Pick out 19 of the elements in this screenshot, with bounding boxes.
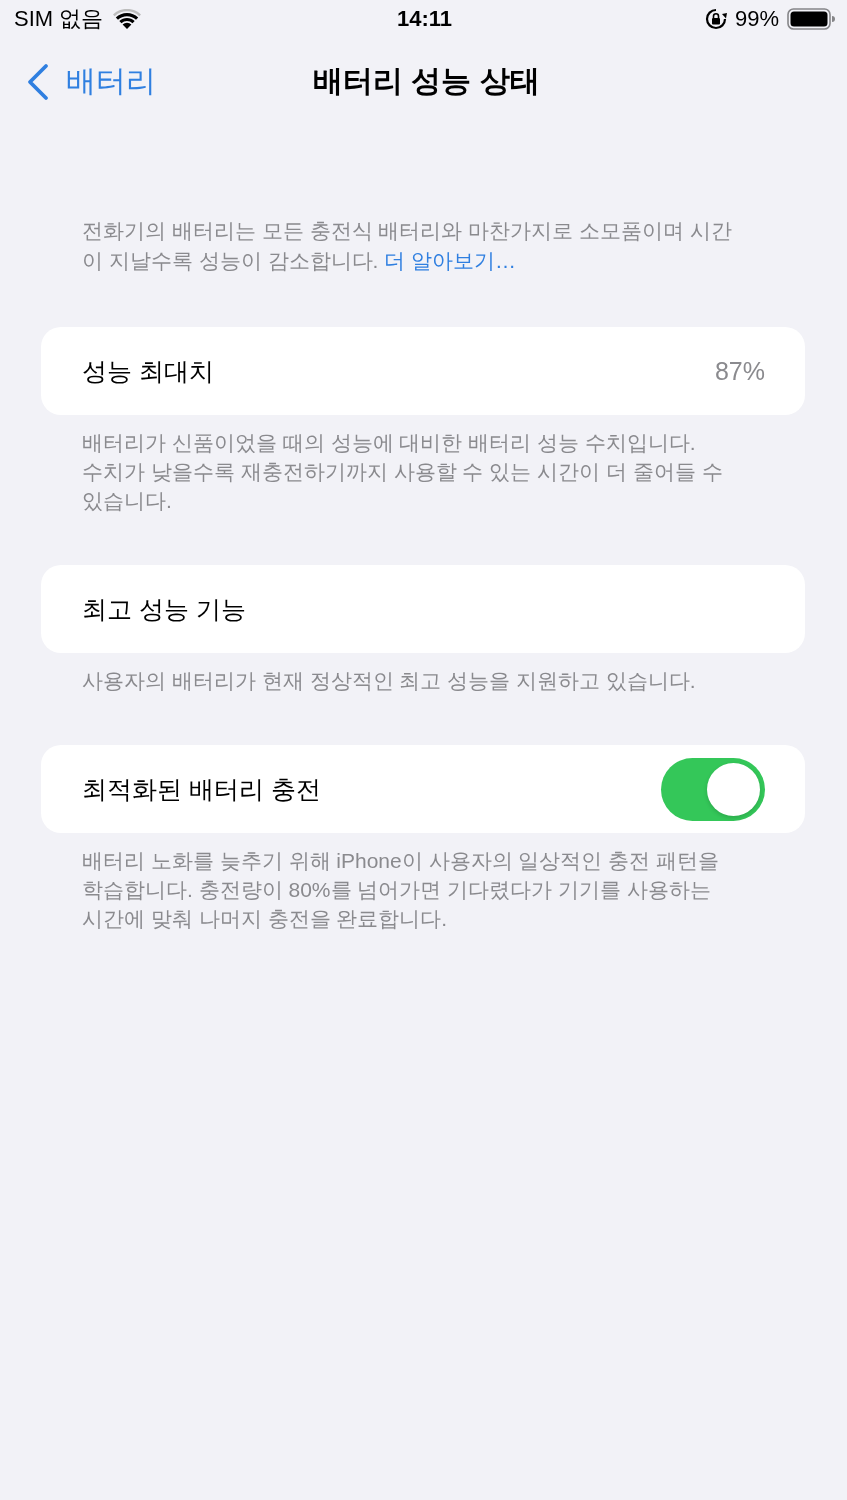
carrier-text: SIM 없음 — [14, 5, 104, 33]
back-button[interactable]: 배터리 — [26, 62, 156, 102]
row-label: 최고 성능 기능 — [82, 593, 246, 625]
row-label: 성능 최대치 — [82, 355, 214, 387]
intro-text: 전화기의 배터리는 모든 충전식 배터리와 마찬가지로 소모품이며 시간이 지날수록 성능이 감소합니다. 더 알아보기… — [81, 218, 733, 274]
battery-icon — [787, 8, 835, 30]
wifi-icon — [113, 9, 142, 29]
row-label: 최적화된 배터리 충전 — [82, 773, 321, 805]
battery-percent: 99% — [734, 6, 779, 32]
footer-text: 배터리가 신품이었을 때의 성능에 대비한 배터리 성능 수치입니다. 수치가 낮을수록 재충전하기까지 사용할 수 있는 시간이 더 줄어들 수 있습니다. — [81, 430, 724, 514]
chevron-left-icon — [26, 63, 50, 101]
rotation-lock-icon — [704, 8, 727, 30]
footer-text: 사용자의 배터리가 현재 정상적인 최고 성능을 지원하고 있습니다. — [81, 668, 697, 694]
settings-card[interactable]: 최고 성능 기능 — [41, 565, 805, 653]
footer-text: 배터리 노화를 늦추기 위해 iPhone이 사용자의 일상적인 충전 패턴을 학습합니다. 충전량이 80%를 넘어가면 기다렸다가 기기를 사용하는 시간에 맞춰 나머지 충전을 완료합니다. — [81, 848, 721, 932]
learn-more-link[interactable]: 더 알아보기… — [384, 249, 517, 272]
value-text: 87% — [714, 356, 765, 386]
status-time: 14:11 — [396, 6, 453, 32]
page-title: 배터리 성능 상태 — [313, 63, 540, 99]
